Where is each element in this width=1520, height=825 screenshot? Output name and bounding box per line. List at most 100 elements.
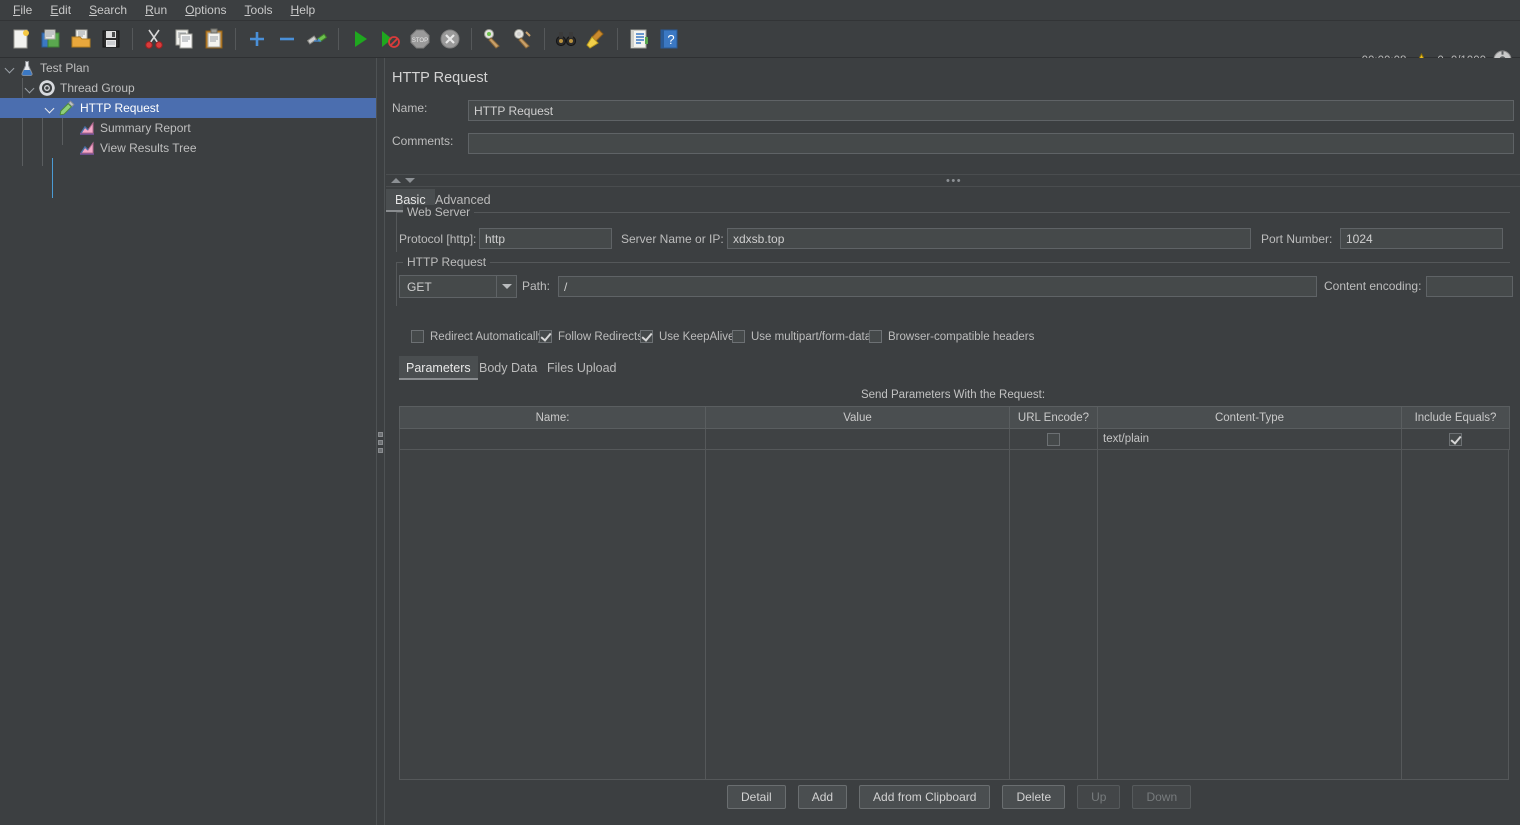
page-title: HTTP Request xyxy=(392,70,488,86)
menu-file[interactable]: File xyxy=(4,1,41,19)
search-icon[interactable] xyxy=(553,26,579,52)
copy-icon[interactable] xyxy=(171,26,197,52)
column-header-value[interactable]: Value xyxy=(706,407,1010,429)
server-name-input[interactable] xyxy=(727,228,1251,249)
add-button[interactable]: Add xyxy=(798,785,847,809)
table-row[interactable]: text/plain xyxy=(400,429,1510,450)
cell-url-encode[interactable] xyxy=(1010,429,1098,450)
column-header-url-encode[interactable]: URL Encode? xyxy=(1010,407,1098,429)
up-button[interactable]: Up xyxy=(1077,785,1120,809)
toggle-icon[interactable] xyxy=(304,26,330,52)
splitter-grip-dots[interactable]: ••• xyxy=(946,179,962,184)
tree-item-http-request[interactable]: HTTP Request xyxy=(0,98,376,118)
table-empty-area[interactable] xyxy=(399,450,1509,780)
parameters-table[interactable]: Name: Value URL Encode? Content-Type Inc… xyxy=(399,406,1510,450)
tree-item-test-plan[interactable]: Test Plan xyxy=(0,58,376,78)
tab-body-data[interactable]: Body Data xyxy=(472,356,544,380)
svg-text:STOP: STOP xyxy=(412,38,428,44)
port-number-input[interactable] xyxy=(1340,228,1503,249)
cell-value[interactable] xyxy=(706,429,1010,450)
tree-item-thread-group[interactable]: Thread Group xyxy=(0,78,376,98)
http-request-legend: HTTP Request xyxy=(403,255,490,269)
down-button[interactable]: Down xyxy=(1132,785,1191,809)
help-icon[interactable]: ? xyxy=(656,26,682,52)
name-input[interactable] xyxy=(468,100,1514,121)
checkbox-use-keepalive[interactable]: Use KeepAlive xyxy=(640,330,734,343)
menu-search[interactable]: Search xyxy=(80,1,136,19)
tree-item-summary-report[interactable]: Summary Report xyxy=(0,118,376,138)
test-plan-tree[interactable]: Test Plan Thread Group xyxy=(0,58,376,825)
http-method-select[interactable]: GET xyxy=(399,275,517,298)
vertical-splitter[interactable] xyxy=(376,58,385,825)
protocol-label: Protocol [http]: xyxy=(399,232,476,246)
delete-button[interactable]: Delete xyxy=(1002,785,1065,809)
shutdown-icon[interactable] xyxy=(437,26,463,52)
open-icon[interactable] xyxy=(68,26,94,52)
start-icon[interactable] xyxy=(347,26,373,52)
tab-parameters[interactable]: Parameters xyxy=(399,356,478,380)
protocol-input[interactable] xyxy=(479,228,612,249)
splitter-down-icon[interactable] xyxy=(405,178,415,183)
column-header-content-type[interactable]: Content-Type xyxy=(1098,407,1402,429)
menu-help[interactable]: Help xyxy=(282,1,325,19)
path-input[interactable] xyxy=(558,276,1317,297)
checkbox-box[interactable] xyxy=(640,330,653,343)
tree-item-label: Summary Report xyxy=(100,121,191,135)
column-header-include-equals[interactable]: Include Equals? xyxy=(1402,407,1510,429)
paste-icon[interactable] xyxy=(201,26,227,52)
checkbox-label: Redirect Automatically xyxy=(430,331,544,343)
horizontal-splitter[interactable]: ••• xyxy=(386,174,1520,187)
search-reset-icon[interactable] xyxy=(583,26,609,52)
start-no-pauses-icon[interactable] xyxy=(377,26,403,52)
http-request-group-border xyxy=(479,262,1510,263)
chevron-down-icon[interactable] xyxy=(496,276,516,297)
cell-name[interactable] xyxy=(400,429,706,450)
thread-group-icon xyxy=(38,79,56,97)
splitter-up-icon[interactable] xyxy=(391,178,401,183)
clear-all-icon[interactable] xyxy=(510,26,536,52)
checkbox-redirect-automatically[interactable]: Redirect Automatically xyxy=(411,330,544,343)
checkbox-use-multipart-form-data[interactable]: Use multipart/form-data xyxy=(732,330,871,343)
toolbar-separator-5 xyxy=(544,28,545,50)
menu-tools[interactable]: Tools xyxy=(236,1,282,19)
clear-icon[interactable] xyxy=(480,26,506,52)
checkbox-box[interactable] xyxy=(539,330,552,343)
tab-files-upload[interactable]: Files Upload xyxy=(540,356,623,380)
cell-include-equals[interactable] xyxy=(1402,429,1510,450)
detail-button[interactable]: Detail xyxy=(727,785,786,809)
checkbox-box[interactable] xyxy=(732,330,745,343)
checkbox-follow-redirects[interactable]: Follow Redirects xyxy=(539,330,643,343)
function-helper-icon[interactable] xyxy=(626,26,652,52)
templates-icon[interactable] xyxy=(38,26,64,52)
add-from-clipboard-button[interactable]: Add from Clipboard xyxy=(859,785,990,809)
splitter-grip[interactable] xyxy=(378,432,384,456)
chevron-down-icon[interactable] xyxy=(22,78,38,98)
checkbox-browser-compatible-headers[interactable]: Browser-compatible headers xyxy=(869,330,1034,343)
menu-options[interactable]: Options xyxy=(176,1,235,19)
http-request-group-border xyxy=(396,262,403,263)
menu-edit[interactable]: Edit xyxy=(41,1,80,19)
url-encode-checkbox[interactable] xyxy=(1047,433,1060,446)
checkbox-box[interactable] xyxy=(869,330,882,343)
new-icon[interactable] xyxy=(8,26,34,52)
content-encoding-input[interactable] xyxy=(1426,276,1513,297)
menu-run[interactable]: Run xyxy=(136,1,176,19)
comments-label: Comments: xyxy=(392,134,468,148)
stop-icon[interactable]: STOP xyxy=(407,26,433,52)
chevron-down-icon[interactable] xyxy=(2,58,18,78)
parameter-tabs: Parameters Body Data Files Upload xyxy=(399,356,1509,380)
tree-item-view-results-tree[interactable]: View Results Tree xyxy=(0,138,376,158)
name-row: Name: xyxy=(392,101,468,115)
listener-icon xyxy=(78,119,96,137)
include-equals-checkbox[interactable] xyxy=(1449,433,1462,446)
cell-content-type[interactable]: text/plain xyxy=(1098,429,1402,450)
cut-icon[interactable] xyxy=(141,26,167,52)
column-header-name[interactable]: Name: xyxy=(400,407,706,429)
web-server-group-border xyxy=(396,212,403,213)
comments-input[interactable] xyxy=(468,133,1514,154)
chevron-down-icon[interactable] xyxy=(42,98,58,118)
save-icon[interactable] xyxy=(98,26,124,52)
collapse-icon[interactable] xyxy=(274,26,300,52)
checkbox-box[interactable] xyxy=(411,330,424,343)
expand-icon[interactable] xyxy=(244,26,270,52)
